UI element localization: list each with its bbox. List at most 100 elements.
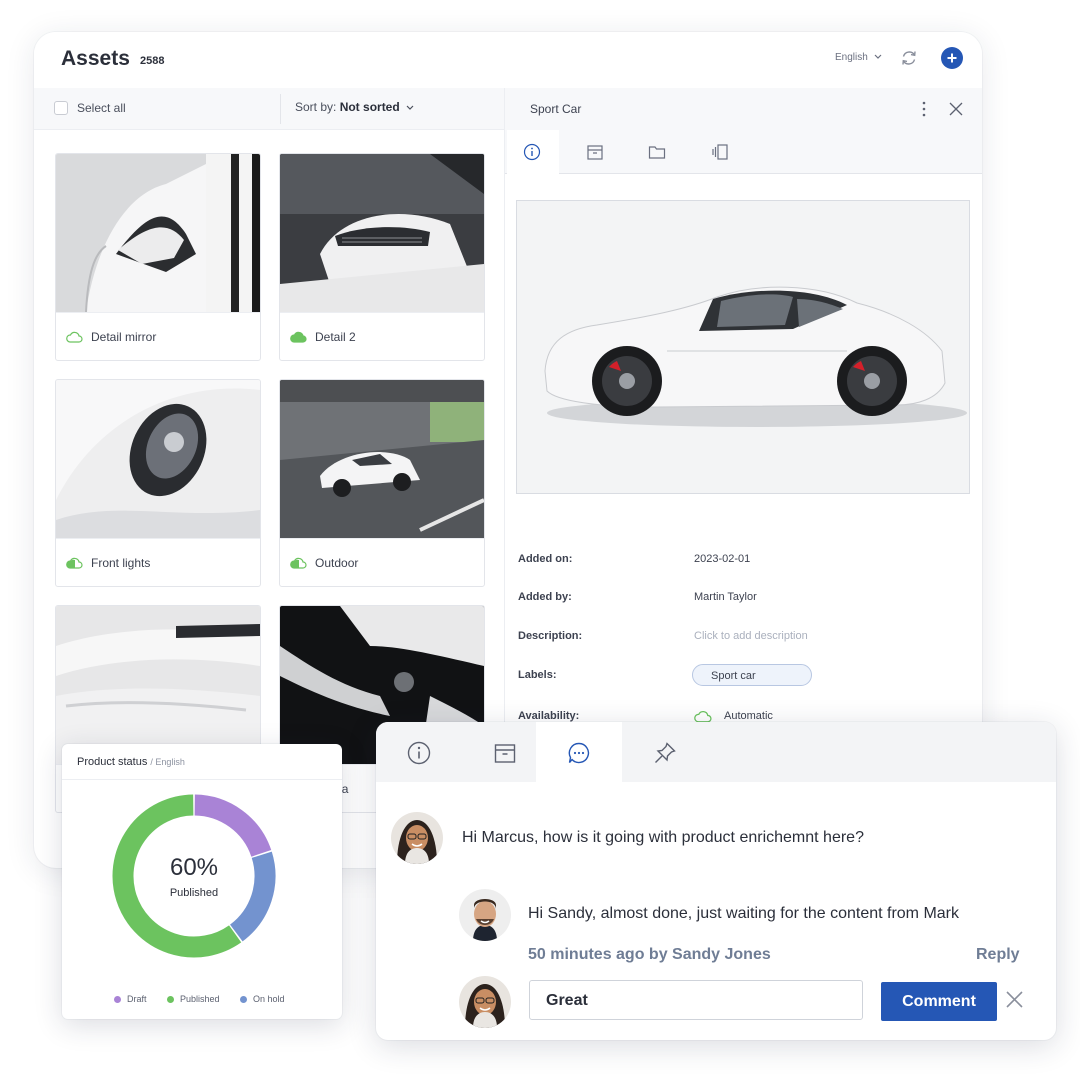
cloud-outline-icon xyxy=(66,331,83,343)
tab-folder[interactable] xyxy=(632,130,684,174)
asset-card[interactable]: Front lights xyxy=(55,379,261,587)
cloud-filled-icon xyxy=(290,331,307,343)
divider xyxy=(62,779,342,780)
asset-label: Detail mirror xyxy=(91,330,157,344)
legend-dot xyxy=(167,996,174,1003)
chevron-down-icon xyxy=(874,54,882,59)
asset-thumbnail xyxy=(280,380,484,538)
cloud-partial-icon xyxy=(290,557,307,569)
label-tag[interactable]: Sport car xyxy=(692,664,812,686)
donut-slice-draft xyxy=(194,794,272,858)
top-bar: Assets 2588 English xyxy=(34,32,982,88)
avatar xyxy=(391,812,443,864)
asset-thumbnail xyxy=(56,606,260,764)
status-title: Product status / English xyxy=(77,756,185,768)
meta-added-by: Added by: Martin Taylor xyxy=(518,591,968,611)
detail-title: Sport Car xyxy=(530,102,582,116)
chart-legend: Draft Published On hold xyxy=(114,994,314,1008)
status-title-text: Product status xyxy=(77,756,148,768)
comment-button[interactable]: Comment xyxy=(881,982,997,1021)
meta-key: Added by: xyxy=(518,591,572,603)
description-field[interactable]: Click to add description xyxy=(694,630,808,642)
meta-description: Description: Click to add description xyxy=(518,630,968,650)
comment-tabs xyxy=(376,722,1056,782)
tab-info[interactable] xyxy=(507,130,559,174)
archive-icon xyxy=(587,145,603,160)
asset-caption: Detail 2 xyxy=(280,312,484,360)
meta-value: 2023-02-01 xyxy=(694,553,751,565)
pin-icon xyxy=(655,742,676,763)
close-icon[interactable] xyxy=(1006,991,1023,1008)
toolbar-divider xyxy=(280,94,281,124)
detail-tabs xyxy=(505,130,982,174)
tab-info[interactable] xyxy=(376,722,462,782)
more-options-icon[interactable] xyxy=(921,101,927,117)
comments-card: Hi Marcus, how is it going with product … xyxy=(376,722,1056,1040)
meta-key: Added on: xyxy=(518,553,573,565)
info-icon xyxy=(407,741,431,765)
tab-archive[interactable] xyxy=(570,130,622,174)
reply-link[interactable]: Reply xyxy=(976,946,1020,964)
percent-label: Published xyxy=(169,887,219,899)
percent-value: 60% xyxy=(169,854,219,881)
sort-dropdown[interactable]: Sort by: Not sorted xyxy=(295,100,414,114)
meta-added-on: Added on: 2023-02-01 xyxy=(518,553,968,573)
meta-key: Description: xyxy=(518,630,583,642)
comment-input[interactable]: Great xyxy=(529,980,863,1020)
list-toolbar: Select all Sort by: Not sorted xyxy=(34,88,504,130)
comment-text: Hi Sandy, almost done, just waiting for … xyxy=(528,905,960,922)
legend-label: Published xyxy=(180,994,220,1004)
tab-comments[interactable] xyxy=(536,722,622,782)
cloud-partial-icon xyxy=(66,557,83,569)
language-label: English xyxy=(835,52,868,63)
legend-label: Draft xyxy=(127,994,147,1004)
meta-value: Martin Taylor xyxy=(694,591,757,603)
avatar xyxy=(459,889,511,941)
meta-key: Labels: xyxy=(518,669,557,681)
donut-slice-on-hold xyxy=(229,851,276,942)
asset-caption: Outdoor xyxy=(280,538,484,586)
asset-label: Front lights xyxy=(91,556,151,570)
asset-card[interactable]: Detail 2 xyxy=(279,153,485,361)
archive-icon xyxy=(494,744,516,763)
asset-label: Detail 2 xyxy=(315,330,356,344)
legend-dot xyxy=(240,996,247,1003)
asset-thumbnail xyxy=(56,154,260,312)
tab-variants[interactable] xyxy=(695,130,747,174)
status-subtitle: / English xyxy=(150,757,185,767)
select-all-checkbox[interactable] xyxy=(54,101,68,115)
asset-count: 2588 xyxy=(140,55,165,67)
asset-caption: Detail mirror xyxy=(56,312,260,360)
product-status-card: Product status / English 60% Published D… xyxy=(62,744,342,1019)
asset-card[interactable]: Detail mirror xyxy=(55,153,261,361)
sort-value: Not sorted xyxy=(339,100,400,114)
plus-icon xyxy=(947,53,957,63)
asset-label: Outdoor xyxy=(315,556,359,570)
info-icon xyxy=(523,143,541,161)
comment-text: Hi Marcus, how is it going with product … xyxy=(462,829,864,846)
sort-prefix: Sort by: xyxy=(295,100,340,114)
legend-dot xyxy=(114,996,121,1003)
variants-icon xyxy=(712,144,728,160)
detail-header: Sport Car xyxy=(505,88,982,130)
select-all-label[interactable]: Select all xyxy=(77,101,126,115)
close-icon[interactable] xyxy=(949,102,963,116)
add-button[interactable] xyxy=(941,47,963,69)
language-select[interactable]: English xyxy=(835,52,882,63)
meta-value: Automatic xyxy=(724,710,773,722)
chat-icon xyxy=(568,742,590,764)
meta-labels: Labels: Sport car xyxy=(518,664,968,689)
asset-thumbnail xyxy=(280,154,484,312)
folder-icon xyxy=(648,146,666,159)
tab-pin[interactable] xyxy=(622,722,708,782)
comment-meta: 50 minutes ago by Sandy Jones xyxy=(528,946,771,963)
asset-thumbnail xyxy=(56,380,260,538)
chevron-down-icon xyxy=(406,105,414,110)
avatar xyxy=(459,976,511,1028)
asset-preview xyxy=(516,200,970,494)
asset-caption: Front lights xyxy=(56,538,260,586)
asset-card[interactable]: Outdoor xyxy=(279,379,485,587)
refresh-icon[interactable] xyxy=(900,49,918,67)
page-title: Assets xyxy=(61,47,130,70)
legend-label: On hold xyxy=(253,994,285,1004)
